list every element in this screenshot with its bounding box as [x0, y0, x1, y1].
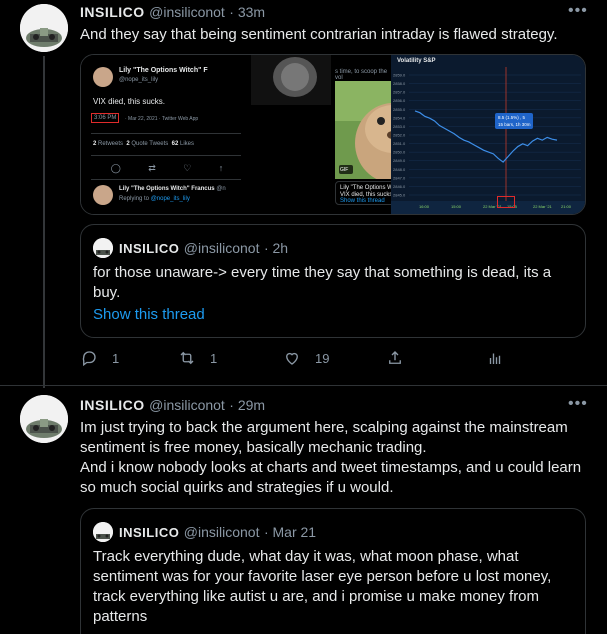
gif-badge: GIF	[340, 167, 349, 173]
chart-tick-label: 2849.0	[393, 158, 406, 163]
quote-display-name: INSILICO	[119, 525, 180, 540]
quote-timestamp: · 2h	[263, 240, 289, 256]
avatar-image	[20, 395, 68, 443]
retweet-count: 1	[210, 350, 218, 366]
lily-date: · Mar 22, 2021 · Twitter Web App	[125, 116, 199, 122]
chart-tick-label: 2852.0	[393, 133, 406, 138]
like-icon: ♡	[183, 163, 192, 173]
quote-avatar	[93, 522, 113, 542]
retweet-icon	[180, 351, 194, 365]
analytics-icon	[489, 353, 501, 364]
reply-icon	[82, 351, 96, 367]
handle[interactable]: @insiliconot	[149, 4, 225, 20]
avatar[interactable]	[20, 395, 68, 443]
highlighted-time-box	[497, 196, 515, 208]
face-photo	[251, 55, 331, 105]
show-thread-link[interactable]: Show this thread	[93, 306, 205, 323]
timestamp[interactable]: · 33m	[229, 4, 265, 20]
lily-avatar	[93, 67, 113, 87]
tweet-text: Im just trying to back the argument here…	[80, 419, 582, 496]
share-icon: ↑	[218, 163, 224, 173]
avatar-image	[20, 4, 68, 52]
tweet-divider	[0, 385, 607, 386]
tweet-header: INSILICO @insiliconot · 29m	[80, 397, 265, 415]
lily-handle: @nope_its_lily	[119, 77, 159, 83]
chart-tick-label: 2850.0	[393, 150, 406, 155]
more-icon[interactable]: •••	[568, 2, 588, 20]
quote-avatar	[93, 238, 113, 258]
quote-text: Track everything dude, what day it was, …	[93, 548, 552, 625]
quote-display-name: INSILICO	[119, 241, 180, 256]
highlighted-time: 3:06 PM	[91, 113, 120, 123]
reply-count: 1	[112, 350, 120, 366]
replying-to: Replying to @nope_its_lily	[119, 196, 190, 202]
quote-handle: @insiliconot	[183, 524, 260, 540]
divider	[91, 155, 241, 156]
handle[interactable]: @insiliconot	[149, 397, 225, 413]
chart-tick-label: 2859.0	[393, 73, 406, 78]
lily-actions: ◯ ⇄ ♡ ↑	[97, 163, 237, 174]
timestamp[interactable]: · 29m	[229, 397, 265, 413]
avatar[interactable]	[20, 4, 68, 52]
chart-tick-label: 2854.0	[393, 115, 406, 120]
lily-avatar-reply	[93, 185, 113, 205]
thread-line	[43, 56, 45, 388]
retweet-button[interactable]: 1	[178, 346, 217, 370]
share-button[interactable]	[386, 346, 404, 370]
chart-tick-label: 2847.0	[393, 175, 406, 180]
like-button[interactable]: 19	[283, 346, 329, 370]
display-name[interactable]: INSILICO	[80, 4, 145, 20]
lily-name: Lily "The Options Witch" F	[119, 67, 208, 74]
quote-caption: s time, to scoop the vol	[335, 69, 388, 81]
chart-tick-label: 2856.0	[393, 98, 406, 103]
divider	[91, 133, 241, 134]
avatar-image	[93, 522, 113, 542]
chart-tick-label: 2857.0	[393, 90, 406, 95]
chart-tick-label: 2858.0	[393, 81, 406, 86]
tweet-text: And they say that being sentiment contra…	[80, 26, 558, 43]
chart-tick-label: 2853.0	[393, 124, 406, 129]
chart-tooltip: 8.5 (1.5%) , 5 15 bars, 1h 30m	[495, 113, 533, 129]
quote-handle: @insiliconot	[183, 240, 260, 256]
reply-icon: ◯	[110, 163, 121, 173]
media-panel-left: Lily "The Options Witch" F @nope_its_lil…	[81, 55, 251, 214]
gopher-gif	[335, 81, 391, 179]
avatar-image	[93, 238, 113, 258]
divider	[91, 179, 241, 180]
chart-time-label: 16:00	[419, 204, 430, 209]
chart-time-label: 15:00	[451, 204, 462, 209]
chart-tick-label: 2845.0	[393, 193, 406, 198]
quoted-tweet[interactable]: INSILICO @insiliconot · Mar 21 Track eve…	[80, 508, 586, 634]
tweet-media[interactable]: Lily "The Options Witch" F @nope_its_lil…	[80, 54, 586, 215]
tweet-actions: 1 1 19	[80, 346, 501, 370]
more-icon[interactable]: •••	[568, 395, 588, 413]
chart-tick-label: 2848.0	[393, 167, 406, 172]
chart-tick-label: 2846.0	[393, 184, 406, 189]
like-count: 19	[315, 350, 330, 366]
tweet-header: INSILICO @insiliconot · 33m	[80, 4, 265, 22]
quote-header: INSILICO @insiliconot · 2h	[119, 240, 288, 258]
quote-timestamp: · Mar 21	[263, 524, 317, 540]
share-icon	[389, 351, 401, 364]
lily-text: VIX died, this sucks.	[93, 97, 166, 106]
chart-series-line	[414, 110, 558, 163]
quote-header: INSILICO @insiliconot · Mar 21	[119, 524, 316, 542]
retweet-icon: ⇄	[148, 163, 156, 173]
quote-text: for those unaware-> every time they say …	[93, 264, 552, 301]
lily-stats: 2 Retweets 2 Quote Tweets 62 Likes	[93, 141, 195, 147]
chart-time-label: 22 Mar '21	[533, 204, 553, 209]
chart-time-label: 21:00	[561, 204, 572, 209]
analytics-button[interactable]	[486, 346, 504, 370]
chart-tick-label: 2851.0	[393, 141, 406, 146]
media-panel-chart: Volatility S&P 2859.0 2858.0 2857.0 2856.0 2…	[391, 55, 585, 214]
reply-button[interactable]: 1	[80, 346, 119, 370]
display-name[interactable]: INSILICO	[80, 397, 145, 413]
volatility-chart: 2859.0 2858.0 2857.0 2856.0 2855.0 2854.0 2853…	[391, 67, 585, 214]
chart-tick-label: 2855.0	[393, 107, 406, 112]
quoted-tweet[interactable]: INSILICO @insiliconot · 2h for those una…	[80, 224, 586, 338]
heart-icon	[286, 352, 298, 365]
reply-name: Lily "The Options Witch" Francus @n	[119, 186, 226, 192]
